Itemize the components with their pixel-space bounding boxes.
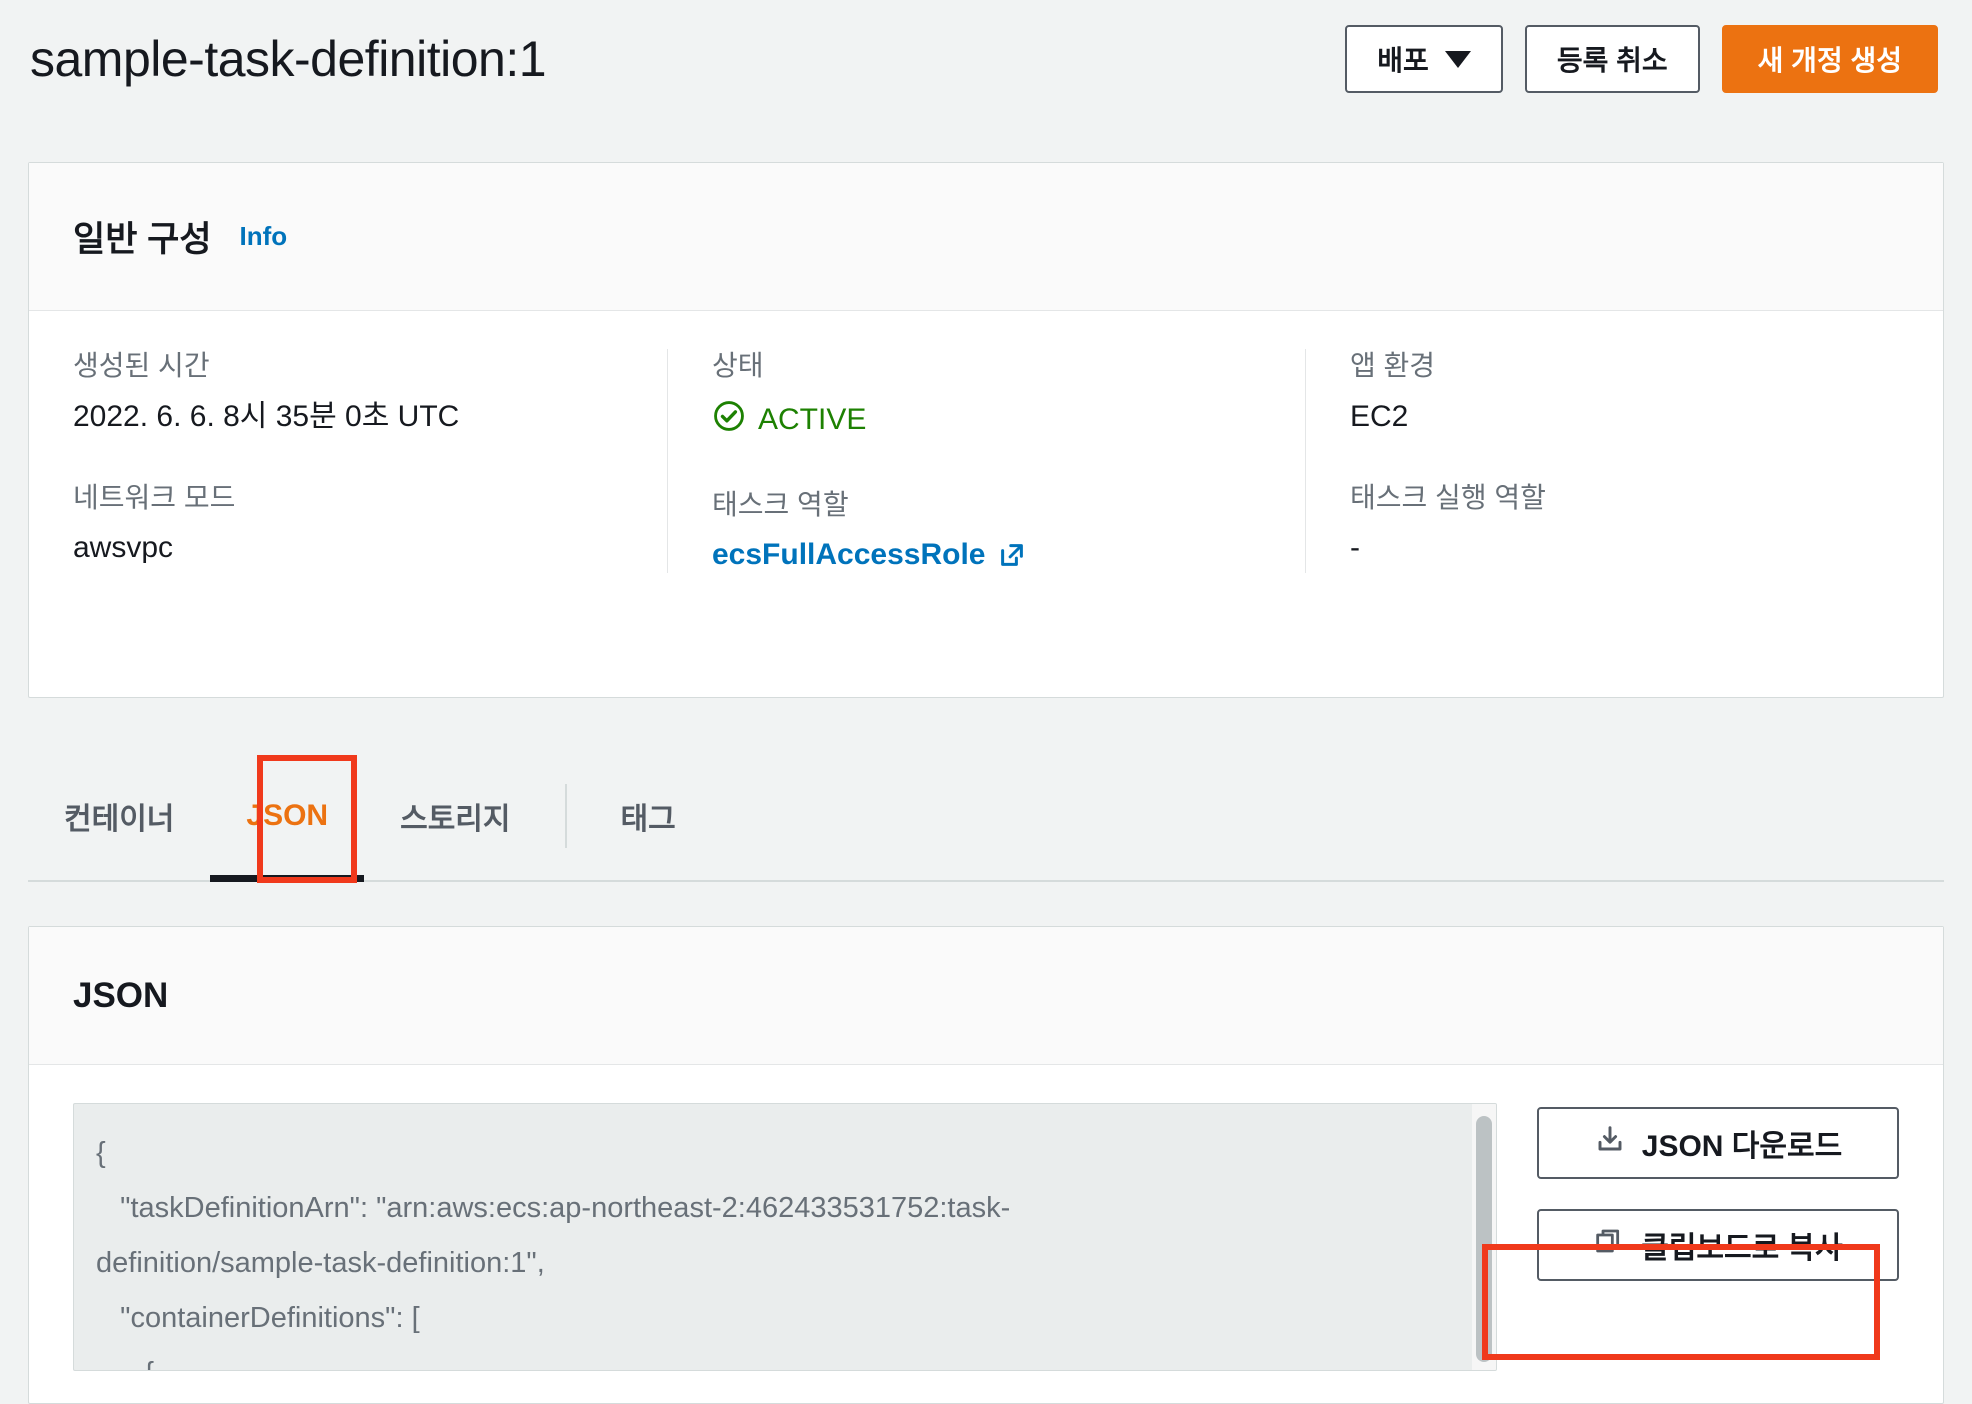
download-json-button[interactable]: JSON 다운로드 [1537,1107,1899,1179]
code-line: { [96,1137,106,1169]
tab-list: 컨테이너 JSON 스토리지 태그 [28,752,1944,882]
external-link-icon[interactable] [997,540,1027,570]
tab-divider [564,784,567,848]
json-card-header: JSON [29,927,1943,1065]
field-network-mode: 네트워크 모드 awsvpc [73,481,623,567]
code-scrollbar-thumb[interactable] [1476,1116,1492,1362]
tab-bar: 컨테이너 JSON 스토리지 태그 [28,752,1944,882]
copy-to-clipboard-label: 클립보드로 복사 [1641,1232,1843,1265]
tab-json[interactable]: JSON [210,752,364,882]
field-created-at: 생성된 시간 2022. 6. 6. 8시 35분 0초 UTC [73,349,623,435]
general-section-title: 일반 구성 [73,220,212,259]
general-detail-grid: 생성된 시간 2022. 6. 6. 8시 35분 0초 UTC 네트워크 모드… [29,311,1943,613]
task-role-link[interactable]: ecsFullAccessRole [712,537,985,573]
general-card-header: 일반 구성 Info [29,163,1943,311]
info-link[interactable]: Info [240,221,288,252]
deregister-button[interactable]: 등록 취소 [1524,25,1700,93]
code-line: "taskDefinitionArn": "arn:aws:ecs:ap-nor… [96,1192,1011,1224]
detail-column-3: 앱 환경 EC2 태스크 실행 역할 - [1305,349,1943,574]
code-line: "containerDefinitions": [ [96,1302,420,1334]
status-badge: ACTIVE [712,399,1261,442]
deploy-dropdown-button[interactable]: 배포 [1345,25,1503,93]
app-environment-value: EC2 [1350,399,1409,433]
tab-containers[interactable]: 컨테이너 [28,752,210,880]
task-role-value-wrap: ecsFullAccessRole [712,537,1261,573]
app-environment-label: 앱 환경 [1350,350,1436,381]
download-json-label: JSON 다운로드 [1641,1130,1843,1163]
header-actions: 배포 등록 취소 새 개정 생성 [1345,25,1938,93]
created-at-value: 2022. 6. 6. 8시 35분 0초 UTC [73,399,460,433]
copy-to-clipboard-button[interactable]: 클립보드로 복사 [1537,1209,1899,1281]
field-task-execution-role: 태스크 실행 역할 - [1350,481,1899,567]
status-value: ACTIVE [758,403,867,437]
created-at-label: 생성된 시간 [73,350,210,381]
general-configuration-card: 일반 구성 Info 생성된 시간 2022. 6. 6. 8시 35분 0초 … [28,162,1944,698]
detail-column-2: 상태 ACTIVE 태스크 역할 ecsFullAccessRole [667,349,1305,574]
status-label: 상태 [712,350,764,381]
task-execution-role-label: 태스크 실행 역할 [1350,481,1546,513]
json-code-viewer[interactable]: { "taskDefinitionArn": "arn:aws:ecs:ap-n… [73,1103,1497,1371]
deploy-button-label: 배포 [1377,45,1429,76]
check-circle-icon [712,399,746,442]
page-header: sample-task-definition:1 배포 등록 취소 새 개정 생… [0,0,1972,118]
json-action-buttons: JSON 다운로드 클립보드로 복사 [1537,1103,1899,1281]
task-role-label: 태스크 역할 [712,488,849,520]
page-title: sample-task-definition:1 [30,31,547,87]
code-line: definition/sample-task-definition:1", [96,1247,545,1279]
json-card: JSON { "taskDefinitionArn": "arn:aws:ecs… [28,926,1944,1404]
download-icon [1594,1123,1626,1163]
network-mode-label: 네트워크 모드 [73,481,236,513]
json-card-body: { "taskDefinitionArn": "arn:aws:ecs:ap-n… [29,1065,1943,1371]
tab-tags[interactable]: 태그 [585,752,712,880]
field-status: 상태 ACTIVE [712,349,1261,442]
code-line: { [96,1346,1436,1370]
network-mode-value: awsvpc [73,531,174,565]
task-execution-role-value: - [1350,531,1360,565]
field-app-environment: 앱 환경 EC2 [1350,349,1899,435]
field-task-role: 태스크 역할 ecsFullAccessRole [712,488,1261,574]
create-new-revision-button[interactable]: 새 개정 생성 [1721,25,1938,93]
detail-column-1: 생성된 시간 2022. 6. 6. 8시 35분 0초 UTC 네트워크 모드… [29,349,667,573]
tab-storage[interactable]: 스토리지 [364,752,546,880]
json-section-title: JSON [73,975,169,1015]
copy-icon [1593,1225,1625,1265]
code-scrollbar[interactable] [1472,1104,1496,1370]
chevron-down-icon [1444,50,1471,68]
